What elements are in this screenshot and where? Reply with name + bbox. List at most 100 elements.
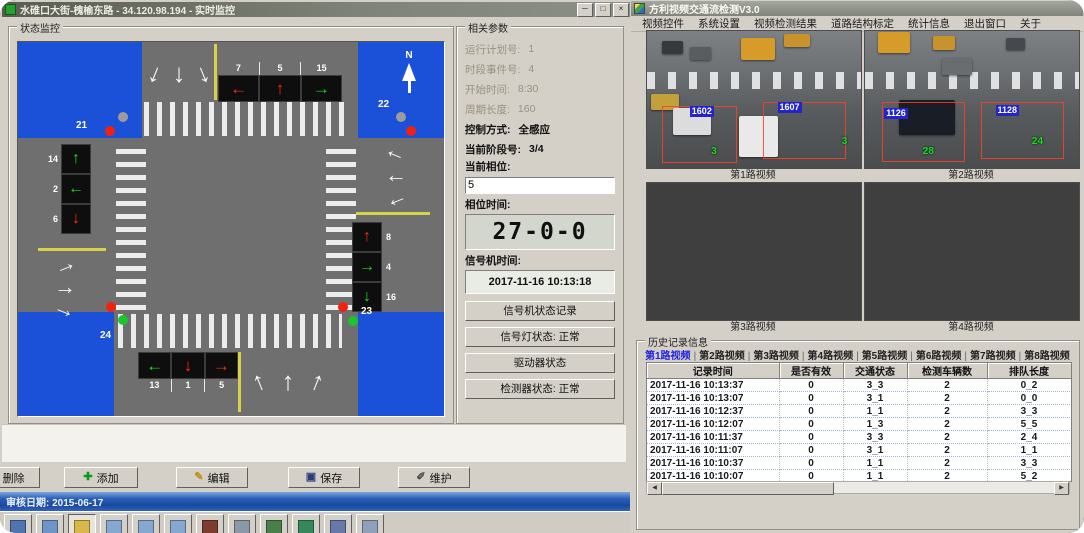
signal-cell: →: [205, 352, 238, 379]
tab-video-5[interactable]: 第5路视频: [862, 351, 908, 362]
lane-arrow-icon: [306, 367, 328, 396]
menu-item[interactable]: 视频控件: [635, 16, 691, 31]
menu-item[interactable]: 视频检测结果: [747, 16, 824, 31]
tab-video-4[interactable]: 第4路视频: [808, 351, 854, 362]
menu-item[interactable]: 关于: [1013, 16, 1048, 31]
scroll-right-icon[interactable]: ▶: [1054, 482, 1069, 495]
taskbar-button[interactable]: [260, 514, 288, 533]
status-bar: 审核日期: 2015-06-17: [0, 492, 630, 511]
table-cell: 2017-11-16 10:10:37: [647, 457, 779, 470]
taskbar-button[interactable]: [164, 514, 192, 533]
phase-arrow-icon: ←: [146, 357, 163, 374]
current-phase-input[interactable]: [465, 177, 615, 194]
tab-video-8[interactable]: 第8路视频: [1024, 351, 1070, 362]
taskbar-button[interactable]: [36, 514, 64, 533]
bottom-toolbar: 删除 添加 编辑 保存 维护: [0, 462, 630, 492]
toolbar-button-label: 保存: [320, 470, 342, 486]
video-label-1: 第1路视频: [646, 167, 860, 180]
taskbar-button[interactable]: [100, 514, 128, 533]
column-header: 排队长度: [987, 363, 1071, 379]
param-field: 运行计划号:1: [465, 39, 615, 59]
table-row[interactable]: 2017-11-16 10:10:3701_123_3: [647, 457, 1071, 470]
vehicle-id-tag: 1607: [778, 102, 802, 113]
right-titlebar: 方利视频交通流检测V3.0: [631, 1, 1083, 16]
video-label-2: 第2路视频: [864, 167, 1078, 180]
tab-video-1[interactable]: 第1路视频: [645, 351, 691, 362]
video-feed-3[interactable]: [646, 182, 862, 321]
tab-video-6[interactable]: 第6路视频: [916, 351, 962, 362]
video-feed-2[interactable]: 112611282824: [864, 30, 1080, 169]
toolbar-button-save[interactable]: 保存: [288, 467, 360, 488]
params-button[interactable]: 驱动器状态: [465, 353, 615, 373]
column-header: 记录时间: [647, 363, 779, 379]
lane-number: 2: [42, 184, 61, 194]
menu-item[interactable]: 系统设置: [691, 16, 747, 31]
minimize-button[interactable]: [577, 3, 593, 17]
history-table: 记录时间是否有效交通状态检测车辆数排队长度2017-11-16 10:13:37…: [647, 363, 1072, 482]
phase-time-label: 相位时间:: [465, 197, 615, 213]
lane-number: 7: [218, 62, 259, 75]
red-signal-dot: [106, 302, 116, 312]
vehicle: [690, 47, 711, 59]
menu-item[interactable]: 退出窗口: [957, 16, 1013, 31]
param-value: 4: [528, 63, 534, 75]
params-button[interactable]: 信号机状态记录: [465, 301, 615, 321]
detection-zone: [981, 102, 1064, 159]
taskbar-button[interactable]: [292, 514, 320, 533]
taskbar-app-icon: [330, 520, 346, 533]
taskbar-button[interactable]: [228, 514, 256, 533]
table-row[interactable]: 2017-11-16 10:11:0703_121_1: [647, 444, 1071, 457]
taskbar-button[interactable]: [68, 514, 96, 533]
toolbar-button-delete[interactable]: 删除: [0, 467, 40, 488]
taskbar-button[interactable]: [196, 514, 224, 533]
right-window-title: 方利视频交通流检测V3.0: [649, 1, 760, 16]
toolbar-button-maintain[interactable]: 维护: [398, 467, 470, 488]
table-cell: 1_3: [843, 418, 907, 431]
taskbar-button[interactable]: [356, 514, 384, 533]
tab-video-7[interactable]: 第7路视频: [970, 351, 1016, 362]
red-signal-dot: [406, 126, 416, 136]
toolbar-button-edit[interactable]: 编辑: [176, 467, 248, 488]
corner-label-24: 24: [100, 330, 111, 341]
signal-group-south: ←↓→1315: [138, 352, 238, 392]
params-button[interactable]: 检测器状态: 正常: [465, 379, 615, 399]
table-row[interactable]: 2017-11-16 10:13:0703_120_0: [647, 392, 1071, 405]
zone-count-tag: 3: [711, 146, 717, 157]
taskbar-button[interactable]: [132, 514, 160, 533]
table-row[interactable]: 2017-11-16 10:13:3703_320_2: [647, 379, 1071, 392]
table-row[interactable]: 2017-11-16 10:12:3701_123_3: [647, 405, 1071, 418]
tab-video-3[interactable]: 第3路视频: [753, 351, 799, 362]
video-feed-4[interactable]: [864, 182, 1080, 321]
status-bar-text: 审核日期: 2015-06-17: [6, 494, 103, 509]
table-row[interactable]: 2017-11-16 10:11:3703_322_4: [647, 431, 1071, 444]
zone-count-tag: 24: [1032, 136, 1043, 147]
zone-count-tag: 28: [923, 146, 934, 157]
table-cell: 2: [907, 457, 987, 470]
maximize-button[interactable]: [595, 3, 611, 17]
lane-divider-north: [214, 44, 217, 100]
toolbar-button-add[interactable]: 添加: [64, 467, 138, 488]
signal-row: ↑8: [352, 222, 396, 252]
edit-icon: [194, 472, 203, 483]
table-cell: 0: [779, 444, 843, 457]
signal-cell-row: ←↑→: [218, 75, 342, 102]
horizontal-scrollbar[interactable]: ◀ ▶: [646, 481, 1070, 494]
close-button[interactable]: [613, 3, 629, 17]
table-row[interactable]: 2017-11-16 10:12:0701_325_5: [647, 418, 1071, 431]
menu-item[interactable]: 统计信息: [901, 16, 957, 31]
signal-group-east: ↑8→4↓16: [352, 222, 396, 312]
taskbar-button[interactable]: [4, 514, 32, 533]
crosswalk-west: [116, 142, 146, 310]
param-label: 开始时间:: [465, 82, 510, 97]
tab-video-2[interactable]: 第2路视频: [699, 351, 745, 362]
video-feed-1[interactable]: 1602160733: [646, 30, 862, 169]
lane-arrow-icon: [382, 184, 411, 213]
menu-item[interactable]: 道路结构标定: [824, 16, 901, 31]
taskbar-button[interactable]: [324, 514, 352, 533]
compass-n-label: N: [394, 50, 424, 61]
params-button[interactable]: 信号灯状态: 正常: [465, 327, 615, 347]
scrollbar-thumb[interactable]: [662, 482, 834, 495]
tab-separator: |: [910, 351, 913, 362]
scene-crosswalk: [647, 72, 861, 88]
scroll-left-icon[interactable]: ◀: [647, 482, 662, 495]
